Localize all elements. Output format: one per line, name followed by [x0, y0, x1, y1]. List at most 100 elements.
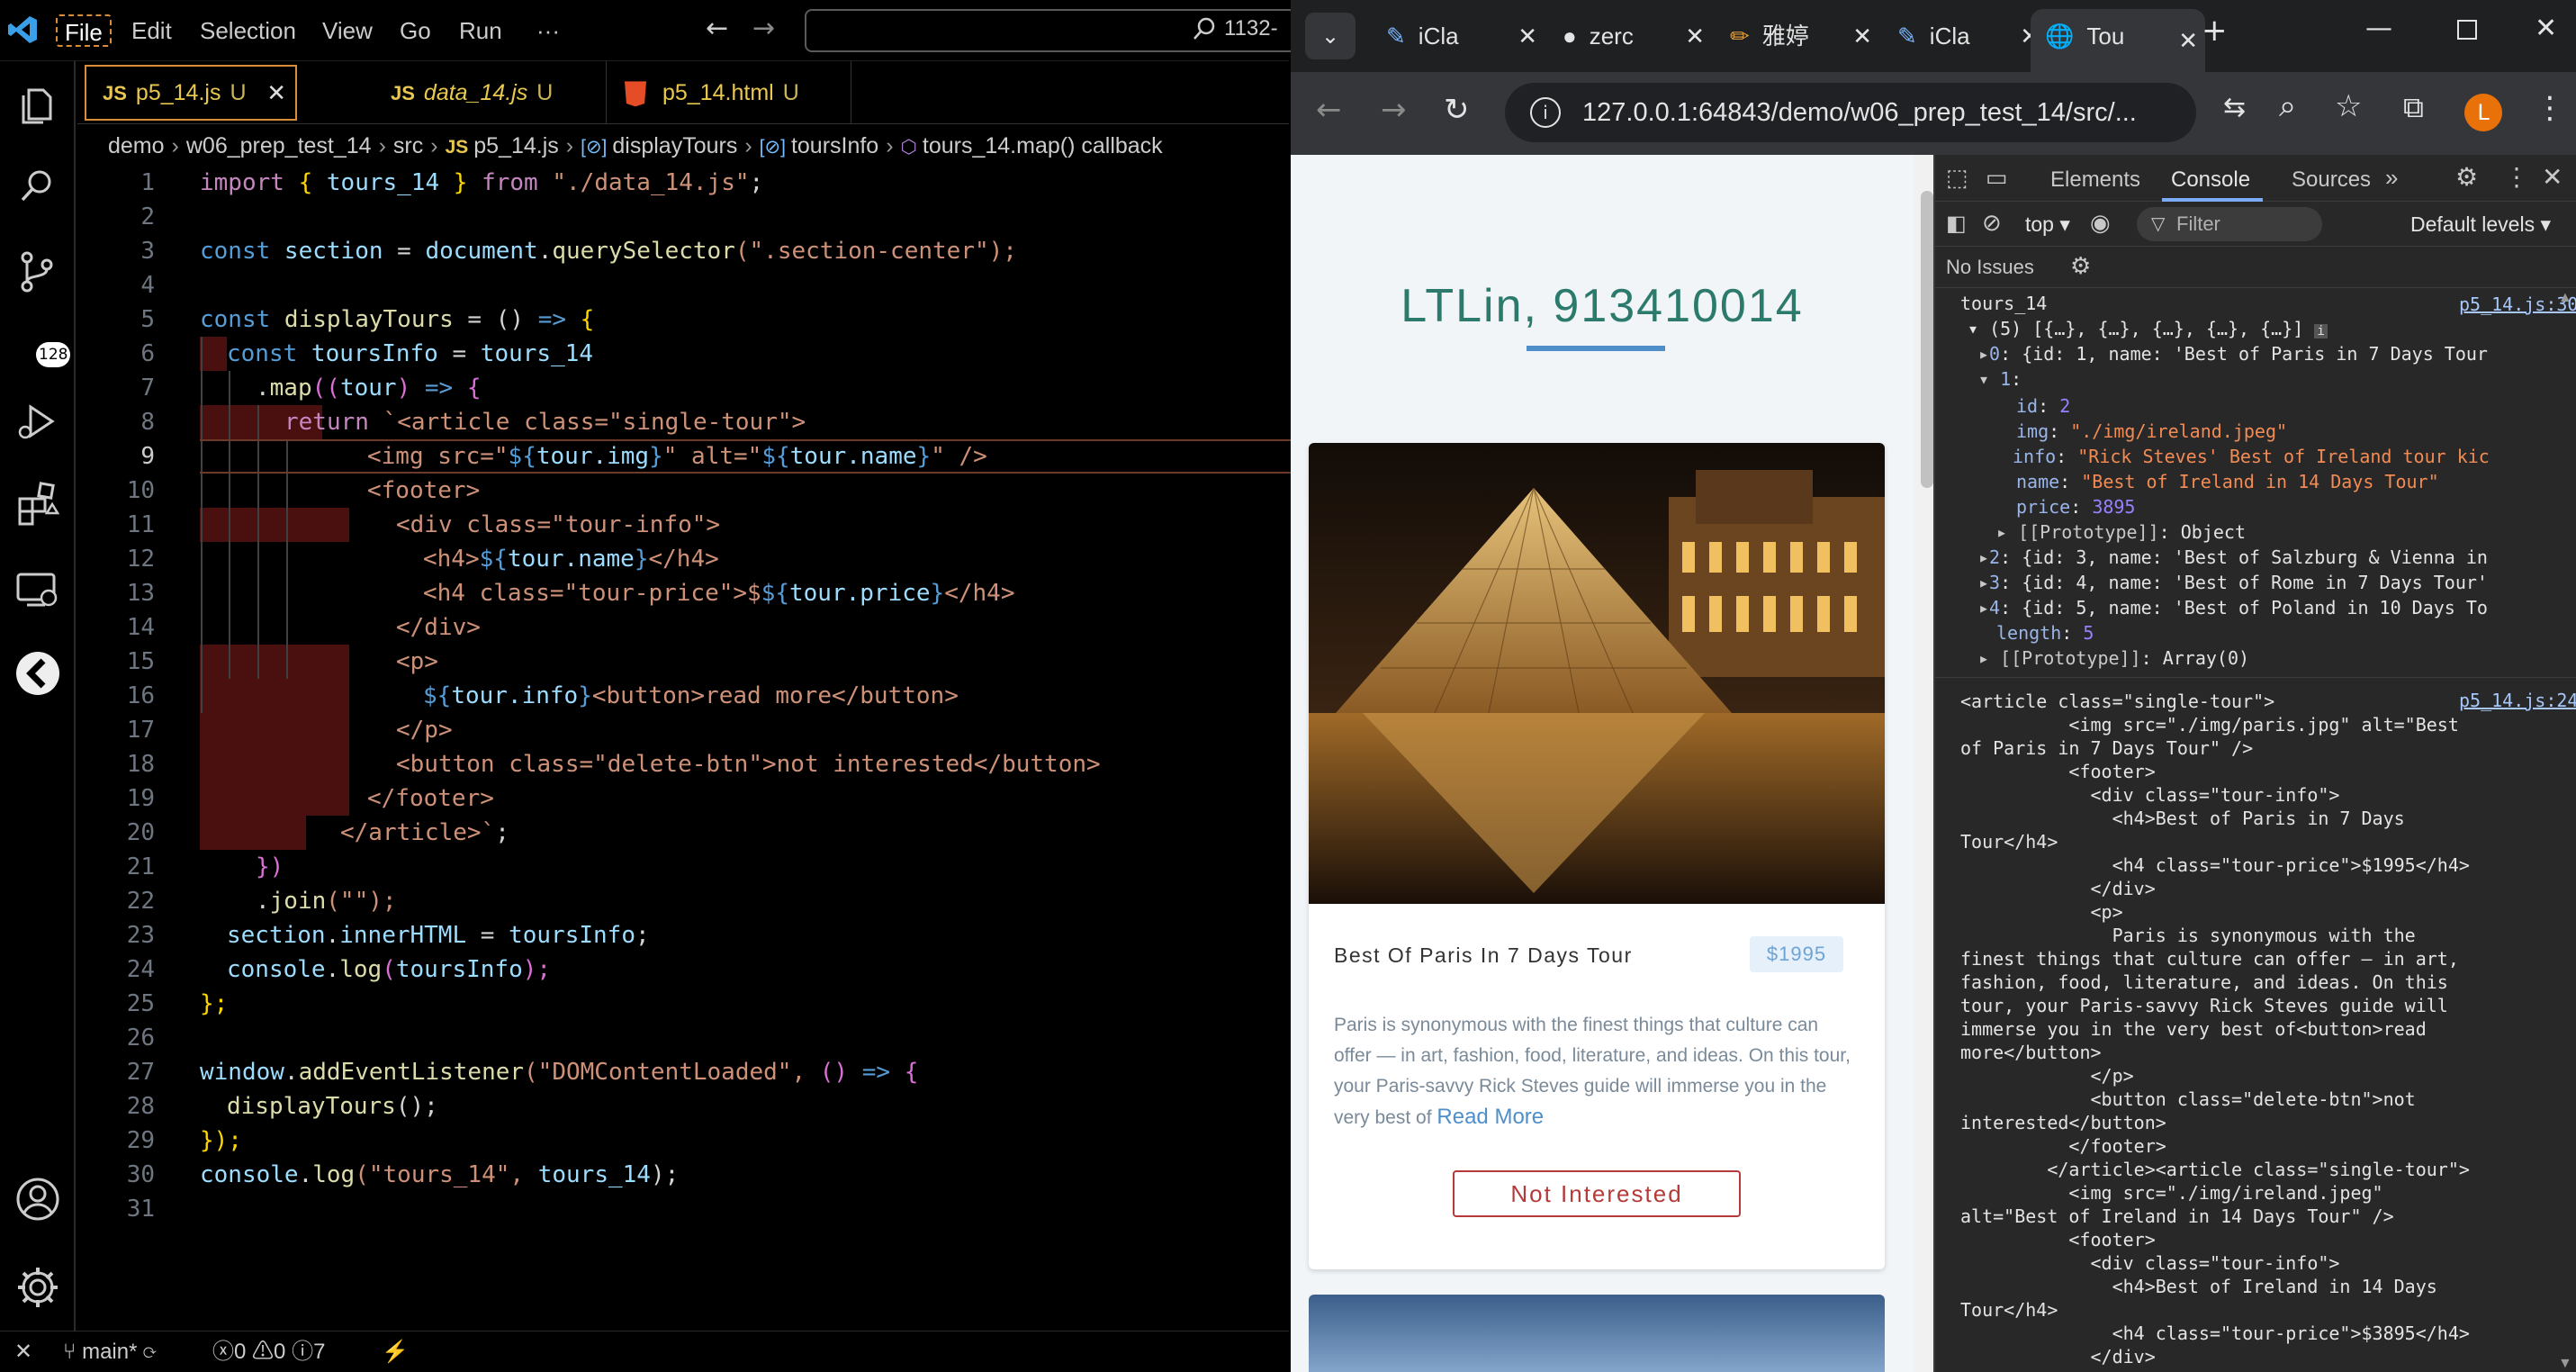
- array-item-2[interactable]: ▸2: {id: 3, name: 'Best of Salzburg & Vi…: [1978, 546, 2488, 569]
- close-icon[interactable]: ✕: [1518, 9, 1537, 63]
- array-summary[interactable]: ▾ (5) [{…}, {…}, {…}, {…}, {…}] i: [1968, 317, 2328, 343]
- menu-edit[interactable]: Edit: [124, 14, 179, 47]
- menu-file[interactable]: File: [56, 14, 112, 47]
- source-control-icon[interactable]: [13, 247, 63, 297]
- extensions-icon[interactable]: [13, 479, 63, 529]
- close-window-icon[interactable]: ✕: [2535, 13, 2557, 44]
- close-icon[interactable]: ✕: [266, 67, 286, 119]
- minimize-icon[interactable]: —: [2365, 13, 2392, 44]
- reload-icon[interactable]: ↻: [1444, 92, 1470, 128]
- branch-indicator[interactable]: ⑂ main* ⟳: [63, 1331, 157, 1372]
- clear-console-icon[interactable]: ⊘: [1982, 209, 2002, 237]
- search-icon[interactable]: [13, 162, 63, 212]
- menu-go[interactable]: Go: [392, 14, 438, 47]
- untracked-badge: U: [536, 80, 554, 105]
- breadcrumb-item[interactable]: w06_prep_test_14: [186, 133, 372, 158]
- forward-icon[interactable]: →: [1381, 92, 1407, 128]
- breadcrumb-item[interactable]: toursInfo: [791, 133, 878, 158]
- close-icon[interactable]: ✕: [1852, 9, 1872, 63]
- omnibox[interactable]: i 127.0.0.1:64843/demo/w06_prep_test_14/…: [1505, 83, 2196, 142]
- extensions-puzzle-icon[interactable]: ⧉: [2403, 90, 2424, 125]
- remote-icon[interactable]: ✕: [14, 1331, 32, 1372]
- site-info-icon[interactable]: i: [1530, 97, 1561, 128]
- maximize-icon[interactable]: [2457, 20, 2477, 40]
- close-icon[interactable]: ✕: [2178, 14, 2198, 68]
- html-output-line: fashion, food, literature, and ideas. On…: [1960, 971, 2448, 993]
- tab-sources[interactable]: Sources: [2292, 167, 2371, 193]
- menu-run[interactable]: Run: [452, 14, 509, 47]
- close-icon[interactable]: ✕: [1685, 9, 1705, 63]
- zoom-icon[interactable]: ⌕: [2279, 88, 2296, 124]
- prototype-object[interactable]: ▸ [[Prototype]]: Object: [1996, 520, 2246, 544]
- tab-elements[interactable]: Elements: [2050, 167, 2140, 193]
- browser-tab[interactable]: ✎iCla✕: [1885, 9, 2047, 63]
- account-icon[interactable]: [13, 1174, 63, 1224]
- more-menu-icon[interactable]: ⋮: [2504, 162, 2529, 192]
- array-item-4[interactable]: ▸4: {id: 5, name: 'Best of Poland in 10 …: [1978, 596, 2488, 619]
- tab-p5-14-html[interactable]: HTML5 p5_14.html U: [607, 61, 851, 124]
- menu-more[interactable]: ···: [529, 14, 567, 47]
- filter-input[interactable]: ▽ Filter: [2137, 207, 2322, 241]
- run-debug-icon[interactable]: [13, 396, 63, 447]
- close-devtools-icon[interactable]: ✕: [2542, 162, 2562, 192]
- browser-tab-active[interactable]: 🌐 Tou ✕: [2031, 9, 2205, 72]
- code-editor[interactable]: 1 2 3 4 5 6 7 8 9 10 11 12 13 14 15 16 1…: [77, 166, 1366, 1327]
- scrollbar-thumb[interactable]: [1921, 191, 1933, 488]
- read-more-button[interactable]: Read More: [1437, 1105, 1544, 1129]
- tab-search-chevron-icon[interactable]: ⌄: [1305, 13, 1356, 59]
- inspect-element-icon[interactable]: ⬚: [1946, 164, 1968, 192]
- menu-view[interactable]: View: [315, 14, 380, 47]
- problems-indicator[interactable]: ⓧ0 ⚠0 ⓘ7: [212, 1331, 325, 1372]
- browser-tab[interactable]: ✏ 雅婷 ✕: [1717, 9, 1879, 63]
- log-levels-dropdown[interactable]: Default levels ▾: [2410, 212, 2551, 237]
- tab-console[interactable]: Console: [2171, 167, 2250, 193]
- globe-icon: 🌐: [2045, 23, 2075, 50]
- array-item-0[interactable]: ▸0: {id: 1, name: 'Best of Paris in 7 Da…: [1978, 342, 2488, 366]
- breadcrumb-item[interactable]: p5_14.js: [473, 133, 559, 158]
- context-selector[interactable]: top ▾: [2025, 212, 2070, 237]
- scroll-down-icon[interactable]: ▼: [2558, 1356, 2572, 1372]
- html-output-line: <img src="./img/paris.jpg" alt="Best: [1960, 714, 2459, 736]
- array-prototype[interactable]: ▸ [[Prototype]]: Array(0): [1978, 646, 2249, 670]
- browser-tab[interactable]: ✎iCla✕: [1374, 9, 1545, 63]
- command-center-search[interactable]: [805, 9, 1296, 52]
- settings-gear-icon[interactable]: ⚙: [2455, 162, 2478, 192]
- forward-arrow-icon[interactable]: →: [752, 13, 775, 44]
- menu-selection[interactable]: Selection: [193, 14, 303, 47]
- breadcrumb-item[interactable]: displayTours: [612, 133, 737, 158]
- console-settings-gear-icon[interactable]: ⚙: [2070, 252, 2091, 280]
- status-bar: ✕ ⑂ main* ⟳ ⓧ0 ⚠0 ⓘ7 ⚡: [0, 1331, 1289, 1372]
- line-number: 12: [126, 546, 155, 573]
- more-menu-icon[interactable]: ⋮: [2535, 90, 2565, 126]
- breadcrumb-item[interactable]: src: [393, 133, 423, 158]
- item1-price: 3895: [2092, 496, 2136, 518]
- live-expression-eye-icon[interactable]: ◉: [2090, 209, 2111, 237]
- sidebar-toggle-icon[interactable]: ◧: [1946, 211, 1967, 237]
- browser-tab[interactable]: ● zerc ✕: [1550, 9, 1712, 63]
- console-scrollbar[interactable]: ▲ ▼: [2554, 290, 2574, 1372]
- tab-label: p5_14.html: [662, 80, 774, 105]
- tab-p5-14-js[interactable]: JS p5_14.js U ✕: [85, 65, 297, 121]
- breadcrumb-item[interactable]: demo: [108, 133, 165, 158]
- not-interested-button[interactable]: Not Interested: [1453, 1170, 1741, 1217]
- more-tabs-icon[interactable]: »: [2385, 164, 2398, 192]
- line-number: 30: [126, 1161, 155, 1188]
- tab-data-14-js[interactable]: JS data_14.js U: [302, 61, 607, 124]
- translate-icon[interactable]: ⇆: [2223, 92, 2246, 123]
- profile-avatar[interactable]: L: [2464, 94, 2502, 131]
- device-toolbar-icon[interactable]: ▭: [1986, 164, 2008, 192]
- array-item-1[interactable]: ▾ 1:: [1978, 367, 2022, 391]
- remote-explorer-icon[interactable]: [13, 565, 63, 616]
- array-item-3[interactable]: ▸3: {id: 4, name: 'Best of Rome in 7 Day…: [1978, 571, 2488, 594]
- live-share-icon[interactable]: [13, 648, 63, 699]
- explorer-icon[interactable]: [13, 79, 63, 130]
- settings-gear-icon[interactable]: [13, 1262, 63, 1313]
- bookmark-star-icon[interactable]: ☆: [2335, 88, 2362, 124]
- scroll-up-icon[interactable]: ▲: [2558, 290, 2572, 306]
- lightning-icon[interactable]: ⚡: [382, 1331, 409, 1372]
- new-tab-icon[interactable]: +: [2202, 13, 2228, 49]
- breadcrumb-item[interactable]: tours_14.map() callback: [923, 133, 1163, 158]
- back-arrow-icon[interactable]: ←: [706, 13, 728, 44]
- back-icon[interactable]: ←: [1316, 92, 1342, 128]
- html-output-line: <article class="single-tour">: [1960, 691, 2275, 712]
